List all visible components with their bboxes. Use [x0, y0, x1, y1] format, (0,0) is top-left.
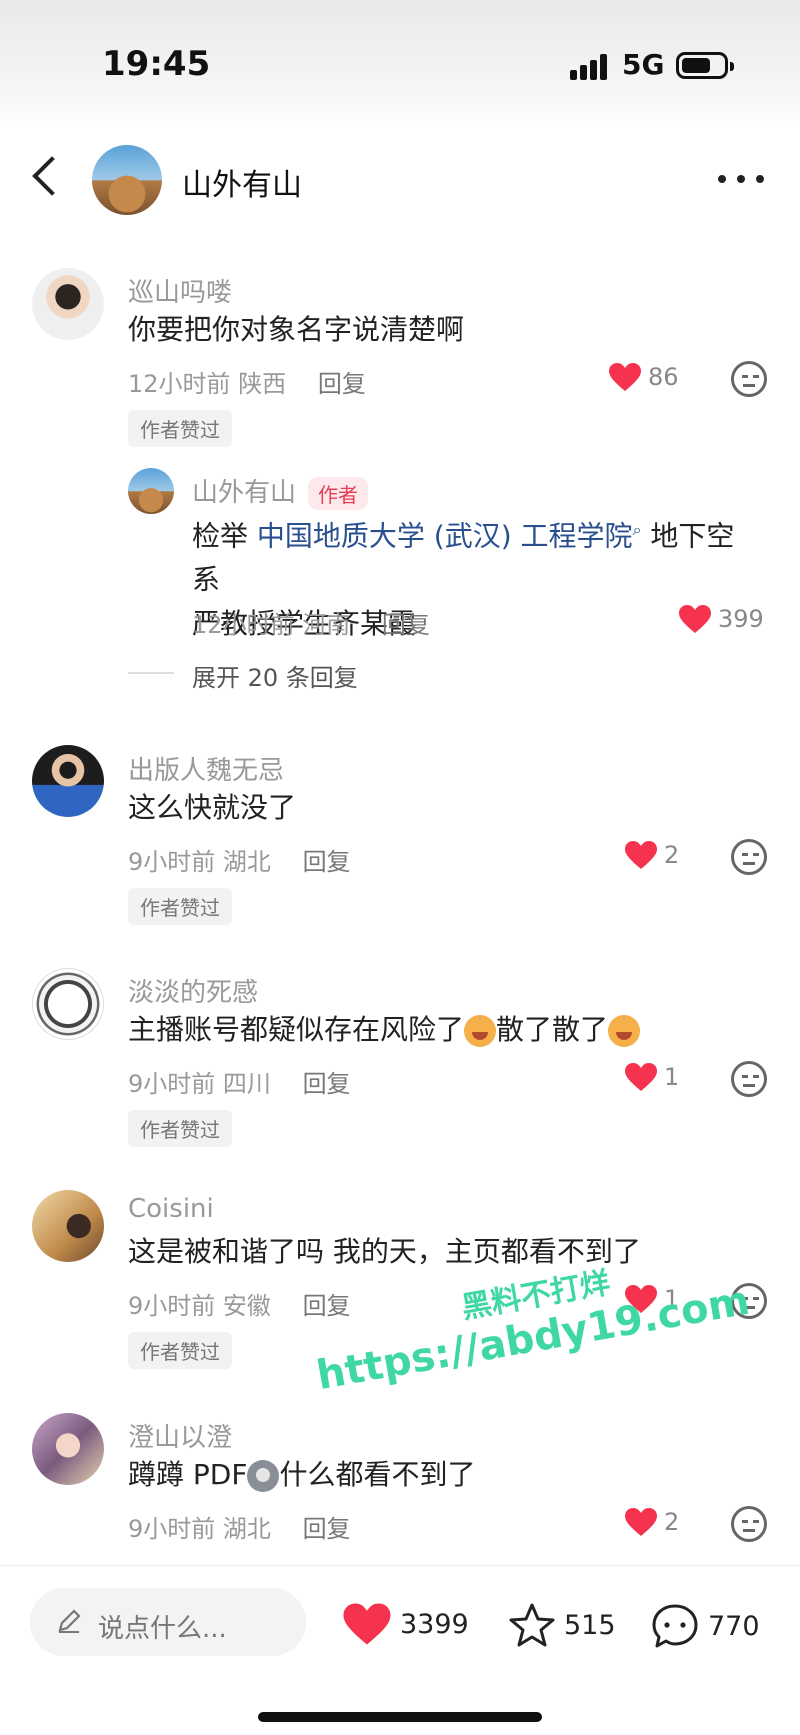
reply-username[interactable]: 山外有山 [192, 478, 296, 508]
comment-username[interactable]: 巡山吗喽 [128, 272, 232, 309]
divider [128, 672, 174, 674]
like-total-button[interactable]: 3399 [342, 1602, 469, 1646]
like-count: 399 [718, 605, 764, 633]
comment-input[interactable]: 说点什么... [30, 1588, 306, 1656]
comment-location: 湖北 [222, 848, 271, 876]
reply-button[interactable]: 回复 [303, 1070, 351, 1098]
heart-icon [624, 840, 658, 870]
reply-time: 12小时前 [192, 611, 295, 639]
comment-text: 你要把你对象名字说清楚啊 [128, 313, 465, 346]
reply-location: 河南 [302, 611, 351, 639]
search-icon: ⌕ [632, 520, 642, 539]
comment-meta: 12小时前 陕西 回复 [128, 364, 366, 399]
page-title[interactable]: 山外有山 [182, 160, 302, 204]
network-label: 5G [622, 48, 665, 81]
author-liked-badge: 作者赞过 [128, 410, 232, 447]
reply-button[interactable]: 回复 [303, 848, 351, 876]
comment-icon [652, 1604, 698, 1648]
star-icon [509, 1603, 555, 1647]
avatar[interactable] [32, 268, 104, 340]
author-avatar[interactable] [92, 145, 162, 215]
comment-meta: 9小时前 安徽 回复 [128, 1286, 351, 1321]
like-button[interactable]: 86 [608, 362, 679, 392]
comment-location: 安徽 [222, 1292, 271, 1320]
comment-text: 蹲蹲 PDF 什么都看不到了 [128, 1458, 476, 1492]
heart-icon [343, 1603, 391, 1645]
crying-cat-emoji-icon [464, 1015, 497, 1047]
reply-button[interactable]: 回复 [318, 370, 366, 398]
avatar[interactable] [32, 968, 104, 1040]
reply-button[interactable]: 回复 [303, 1515, 351, 1543]
reply-avatar[interactable] [128, 468, 174, 514]
avatar[interactable] [32, 1190, 104, 1262]
comment-location: 陕西 [238, 370, 287, 398]
comment-meta: 9小时前 湖北 回复 [128, 1509, 351, 1544]
comment-location: 四川 [222, 1070, 271, 1098]
like-count: 2 [664, 841, 680, 869]
like-button[interactable]: 2 [624, 1507, 679, 1537]
reply-username-row: 山外有山 作者 [192, 472, 369, 510]
like-count: 2 [664, 1508, 680, 1536]
search-link[interactable]: 中国地质大学 (武汉) 工程学院 [257, 519, 633, 552]
heart-icon [608, 362, 642, 392]
comment-count-button[interactable]: 770 [650, 1602, 760, 1650]
like-count: 86 [648, 363, 679, 391]
comment-text: 主播账号都疑似存在风险了 散了散了 [128, 1008, 641, 1052]
like-count: 1 [664, 1063, 680, 1091]
heart-icon [678, 604, 712, 634]
dislike-icon[interactable] [731, 839, 767, 875]
signal-icon [570, 54, 610, 80]
like-button[interactable]: 2 [624, 840, 679, 870]
avatar[interactable] [32, 745, 104, 817]
expand-replies-button[interactable]: 展开 20 条回复 [192, 658, 358, 693]
pencil-icon [58, 1609, 81, 1633]
comment-username[interactable]: 出版人魏无忌 [128, 750, 284, 787]
comment-username[interactable]: Coisini [128, 1194, 214, 1224]
avatar[interactable] [32, 1413, 104, 1485]
money-bag-emoji-icon [247, 1460, 280, 1492]
reply-meta: 12小时前 河南 回复 [192, 605, 430, 640]
like-button[interactable]: 399 [678, 604, 764, 634]
reply-button[interactable]: 回复 [382, 611, 430, 639]
home-indicator [258, 1712, 542, 1722]
status-time: 19:45 [102, 44, 211, 84]
author-tag: 作者 [308, 477, 369, 510]
dislike-icon[interactable] [731, 1061, 767, 1097]
comment-meta: 9小时前 湖北 回复 [128, 842, 351, 877]
favorite-count: 515 [564, 1609, 616, 1641]
heart-icon [624, 1507, 658, 1537]
battery-icon [676, 52, 734, 79]
back-icon[interactable] [32, 156, 72, 196]
comment-meta: 9小时前 四川 回复 [128, 1064, 351, 1099]
comment-time: 9小时前 [128, 1515, 216, 1543]
comment-time: 9小时前 [128, 1292, 216, 1320]
comment-username[interactable]: 淡淡的死感 [128, 972, 258, 1009]
comment-time: 9小时前 [128, 1070, 216, 1098]
favorite-button[interactable]: 515 [508, 1602, 616, 1648]
author-liked-badge: 作者赞过 [128, 888, 232, 925]
like-button[interactable]: 1 [624, 1062, 679, 1092]
dislike-icon[interactable] [731, 1506, 767, 1542]
dislike-icon[interactable] [731, 361, 767, 397]
bottom-bar: 说点什么... 3399 515 770 [0, 1565, 800, 1735]
heart-icon [624, 1062, 658, 1092]
comment-time: 12小时前 [128, 370, 231, 398]
comment-text: 这么快就没了 [128, 791, 297, 824]
more-icon[interactable] [718, 175, 764, 183]
status-bar: 19:45 5G [0, 0, 800, 130]
comment-time: 9小时前 [128, 848, 216, 876]
like-total-count: 3399 [400, 1608, 469, 1640]
author-liked-badge: 作者赞过 [128, 1110, 232, 1147]
comment-total-count: 770 [708, 1610, 760, 1642]
comment-location: 湖北 [222, 1515, 271, 1543]
comment-username[interactable]: 澄山以澄 [128, 1417, 232, 1454]
comment-input-placeholder: 说点什么... [98, 1614, 227, 1644]
crying-cat-emoji-icon [608, 1015, 641, 1047]
author-liked-badge: 作者赞过 [128, 1332, 232, 1369]
